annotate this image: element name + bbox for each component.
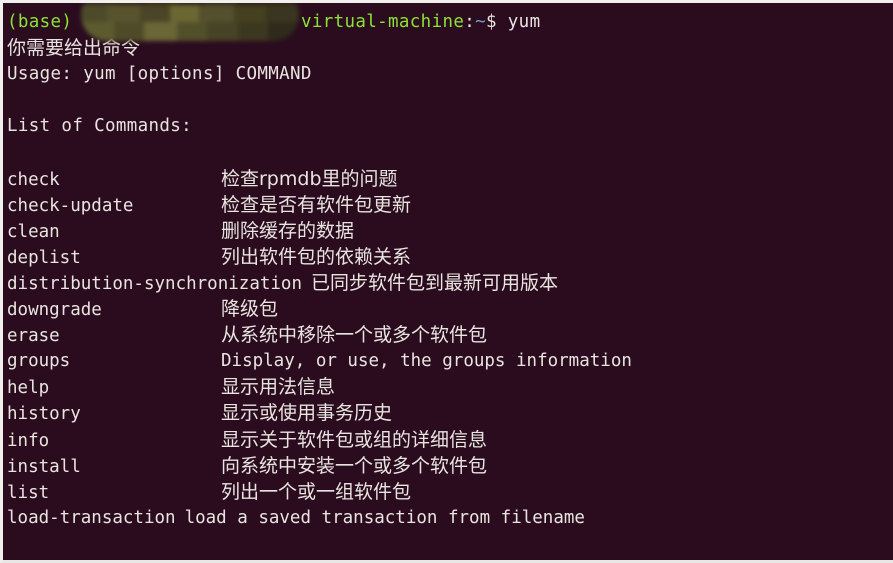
command-name: install bbox=[7, 456, 81, 477]
command-name: info bbox=[7, 430, 50, 451]
command-description: 从系统中移除一个或多个软件包 bbox=[221, 324, 488, 347]
command-name: check-update bbox=[7, 195, 134, 216]
command-name: groups bbox=[7, 351, 71, 372]
command-row: help 显示用法信息 bbox=[7, 374, 893, 400]
command-description: load a saved transaction from filename bbox=[184, 507, 585, 528]
command-row: list 列出一个或一组软件包 bbox=[7, 479, 893, 505]
command-description: 降级包 bbox=[221, 298, 279, 321]
command-description: 检查是否有软件包更新 bbox=[221, 193, 412, 216]
command-name: clean bbox=[7, 221, 60, 242]
command-name: deplist bbox=[7, 247, 81, 268]
command-row: deplist 列出软件包的依赖关系 bbox=[7, 244, 893, 270]
typed-command: yum bbox=[507, 12, 541, 32]
command-name: help bbox=[7, 378, 50, 399]
command-name: erase bbox=[7, 326, 60, 347]
command-name: distribution-synchronization bbox=[7, 273, 303, 294]
command-row: history 显示或使用事务历史 bbox=[7, 400, 893, 426]
command-row: erase 从系统中移除一个或多个软件包 bbox=[7, 322, 893, 348]
terminal-window[interactable]: (base) virtual-machine:~$ yum 你需要给出命令 Us… bbox=[0, 0, 893, 563]
conda-env-label: (base) bbox=[7, 12, 73, 32]
hostname-label: virtual-machine bbox=[300, 12, 465, 32]
command-name: load-transaction bbox=[7, 507, 176, 528]
command-row: downgrade 降级包 bbox=[7, 296, 893, 322]
command-name: history bbox=[7, 404, 81, 425]
command-description: 向系统中安装一个或多个软件包 bbox=[221, 454, 488, 477]
command-row: distribution-synchronization 已同步软件包到最新可用版… bbox=[7, 270, 893, 296]
command-description: Display, or use, the groups information bbox=[221, 351, 632, 372]
command-row: info 显示关于软件包或组的详细信息 bbox=[7, 427, 893, 453]
command-row: check-update 检查是否有软件包更新 bbox=[7, 192, 893, 218]
command-description: 列出一个或一组软件包 bbox=[221, 480, 412, 503]
command-row: load-transaction load a saved transaction… bbox=[7, 505, 893, 531]
command-description: 已同步软件包到最新可用版本 bbox=[311, 271, 559, 294]
usage-line: Usage: yum [options] COMMAND bbox=[7, 64, 312, 85]
prompt-sigil: $ bbox=[486, 12, 497, 32]
command-row: check 检查rpmdb里的问题 bbox=[7, 166, 893, 192]
command-name: check bbox=[7, 169, 60, 190]
command-row: groups Display, or use, the groups inform… bbox=[7, 348, 893, 374]
command-description: 显示关于软件包或组的详细信息 bbox=[221, 428, 488, 451]
command-description: 显示或使用事务历史 bbox=[221, 402, 393, 425]
command-description: 显示用法信息 bbox=[221, 376, 336, 399]
command-row: clean 删除缓存的数据 bbox=[7, 218, 893, 244]
command-list: check 检查rpmdb里的问题 check-update 检查是否有软件包更新 cl… bbox=[7, 166, 893, 531]
prompt-path: ~ bbox=[475, 12, 487, 32]
command-name: downgrade bbox=[7, 300, 102, 321]
command-description: 删除缓存的数据 bbox=[221, 219, 355, 242]
prompt-separator: : bbox=[464, 12, 476, 32]
command-description: 列出软件包的依赖关系 bbox=[221, 245, 412, 268]
command-name: list bbox=[7, 482, 50, 503]
username-placeholder bbox=[72, 12, 301, 32]
command-description: 检查rpmdb里的问题 bbox=[221, 167, 398, 190]
prompt-line: (base) virtual-machine:~$ yum bbox=[7, 9, 893, 35]
terminal-output-area[interactable]: (base) virtual-machine:~$ yum 你需要给出命令 Us… bbox=[3, 3, 893, 560]
commands-list-header: List of Commands: bbox=[7, 116, 193, 137]
error-message: 你需要给出命令 bbox=[7, 37, 141, 60]
command-row: install 向系统中安装一个或多个软件包 bbox=[7, 453, 893, 479]
